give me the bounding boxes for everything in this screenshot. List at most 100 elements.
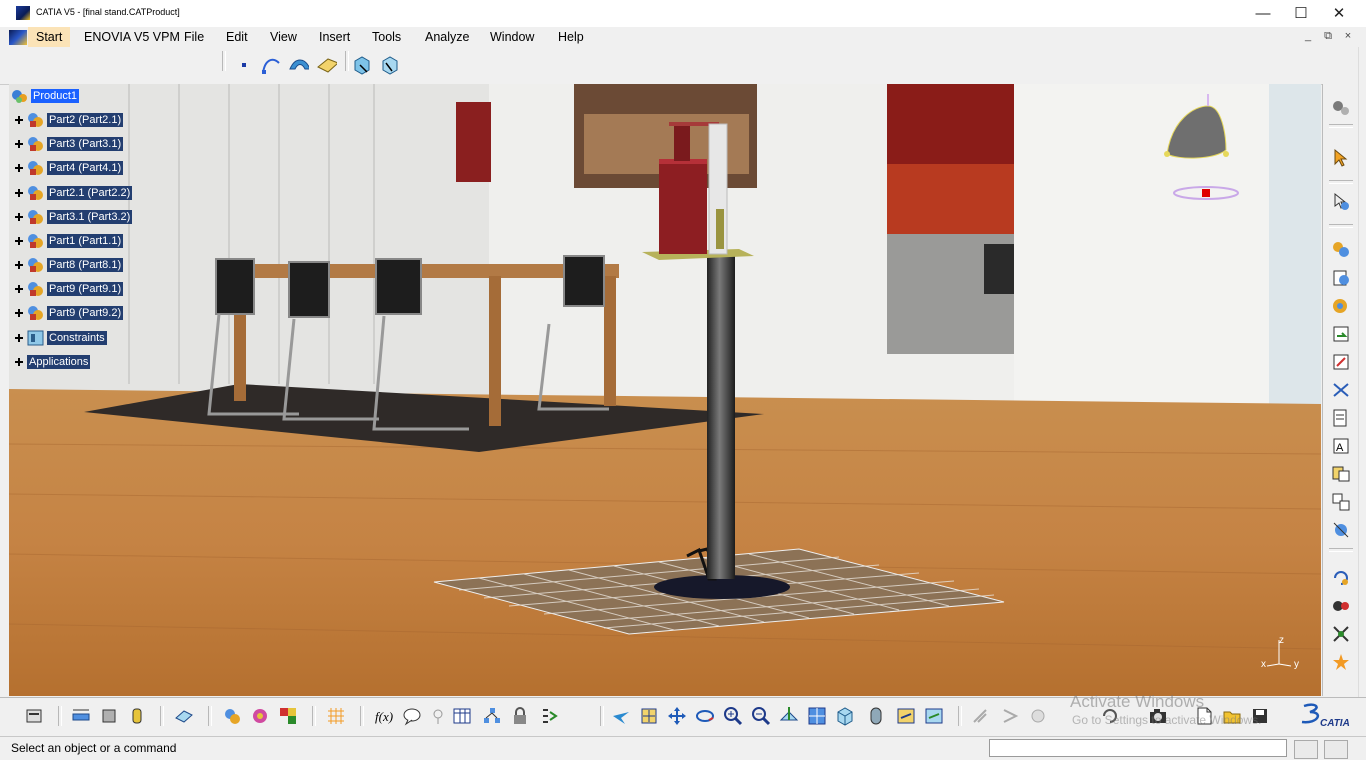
clash-icon[interactable] [250,706,270,726]
maximize-button[interactable]: ☐ [1282,0,1320,27]
close-button[interactable]: ✕ [1320,0,1358,27]
menu-edit[interactable]: Edit [226,27,248,47]
zoom-in-icon[interactable] [723,706,743,726]
doc-minimize-button[interactable]: _ [1300,30,1316,42]
expand-icon[interactable] [15,116,23,124]
expand-icon[interactable] [15,358,23,366]
expand-icon[interactable] [15,140,23,148]
plane-icon[interactable] [317,55,337,75]
catalog-browser-icon[interactable] [24,706,44,726]
doc-close-button[interactable]: × [1340,30,1356,42]
disabled-tool-icon[interactable] [1028,706,1048,726]
expand-icon[interactable] [15,164,23,172]
expand-icon[interactable] [15,189,23,197]
pan-icon[interactable] [667,706,687,726]
expand-icon[interactable] [15,237,23,245]
tree-node[interactable]: Part3.1 (Part3.2) [15,210,133,224]
spline-icon[interactable] [261,55,281,75]
command-input[interactable] [989,739,1287,757]
tree-node[interactable]: Part2 (Part2.1) [15,113,124,127]
fit-all-icon[interactable] [639,706,659,726]
sectioning-icon[interactable] [278,706,298,726]
sweep-surface-icon[interactable] [289,55,309,75]
comment-icon[interactable] [402,706,422,726]
power-input-button[interactable] [1294,740,1318,759]
fly-mode-icon[interactable] [611,706,631,726]
product-structure-icon[interactable] [1331,240,1351,260]
tree-node-constraints[interactable]: Constraints [15,330,107,346]
tree-node[interactable]: Part1 (Part1.1) [15,234,124,248]
hide-show-icon[interactable] [896,706,916,726]
menu-view[interactable]: View [270,27,297,47]
menu-window[interactable]: Window [490,27,534,47]
menu-file[interactable]: File [184,27,204,47]
measure-item-icon[interactable] [99,706,119,726]
cube-select-icon[interactable] [352,55,372,75]
compass-widget[interactable] [1164,90,1244,210]
sketch-plane-icon[interactable] [174,706,194,726]
menu-tools[interactable]: Tools [372,27,401,47]
fix-together-icon[interactable] [1331,652,1351,672]
cube-transform-icon[interactable] [380,55,400,75]
annotation-icon[interactable] [428,706,448,726]
tree-node-applications[interactable]: Applications [15,355,91,369]
menu-analyze[interactable]: Analyze [425,27,469,47]
start-menu-icon[interactable] [9,30,27,45]
tree-node[interactable]: Part8 (Part8.1) [15,258,124,272]
replace-component-icon[interactable] [1331,352,1351,372]
swap-visible-space-icon[interactable] [924,706,944,726]
menu-insert[interactable]: Insert [319,27,350,47]
zoom-out-icon[interactable] [751,706,771,726]
constraint-icon[interactable] [1331,596,1351,616]
3d-viewport[interactable]: z x y Product1 Part2 (Part2.1) Part3 (Pa… [9,84,1321,696]
tree-root[interactable]: Product1 [11,89,80,103]
graph-tree-reordering-icon[interactable] [1331,380,1351,400]
select-arrow-icon[interactable] [1331,148,1351,168]
multi-instantiation-icon[interactable] [1331,492,1351,512]
expand-icon[interactable] [15,285,23,293]
tree-node[interactable]: Part3 (Part3.1) [15,137,124,151]
expand-icon[interactable] [15,309,23,317]
tree-node[interactable]: Part9 (Part9.1) [15,282,124,296]
multi-view-icon[interactable] [807,706,827,726]
expand-icon[interactable] [15,334,23,342]
tree-node[interactable]: Part4 (Part4.1) [15,161,124,175]
knowledge-tree-icon[interactable] [482,706,502,726]
stop-command-button[interactable] [1324,740,1348,759]
gears-icon[interactable] [1331,98,1351,118]
point-icon[interactable] [234,55,254,75]
move-product-icon[interactable] [1331,192,1351,212]
disabled-tool-icon[interactable] [1000,706,1020,726]
rotate-icon[interactable] [695,706,715,726]
measure-between-icon[interactable] [71,706,91,726]
doc-restore-button[interactable]: ⧉ [1320,30,1336,43]
tree-node[interactable]: Part9 (Part9.2) [15,306,124,320]
fast-multi-instantiation-icon[interactable] [1331,520,1351,540]
menu-start[interactable]: Start [28,27,71,47]
minimize-button[interactable]: — [1244,0,1282,27]
existing-component-icon[interactable] [1331,324,1351,344]
normal-view-icon[interactable] [779,706,799,726]
grid-snap-icon[interactable] [326,706,346,726]
expand-icon[interactable] [15,213,23,221]
new-part-icon[interactable] [1331,296,1351,316]
update-icon[interactable] [1331,568,1351,588]
iso-view-icon[interactable] [835,706,855,726]
lock-icon[interactable] [510,706,530,726]
fix-icon[interactable] [1331,624,1351,644]
measure-inertia-icon[interactable] [127,706,147,726]
selective-load-icon[interactable]: A [1331,436,1351,456]
manage-representations-icon[interactable] [1331,464,1351,484]
disabled-tool-icon[interactable] [970,706,990,726]
tree-node[interactable]: Part2.1 (Part2.2) [15,186,133,200]
formula-icon[interactable]: f(x) [374,706,394,726]
expand-icon[interactable] [15,261,23,269]
table-icon[interactable] [452,706,472,726]
menu-enovia[interactable]: ENOVIA V5 VPM [84,27,180,47]
shading-icon[interactable] [866,706,886,726]
generate-numbering-icon[interactable] [1331,408,1351,428]
new-component-icon[interactable] [1331,268,1351,288]
rule-icon[interactable] [540,706,560,726]
insert-part-icon[interactable] [222,706,242,726]
menu-help[interactable]: Help [558,27,584,47]
